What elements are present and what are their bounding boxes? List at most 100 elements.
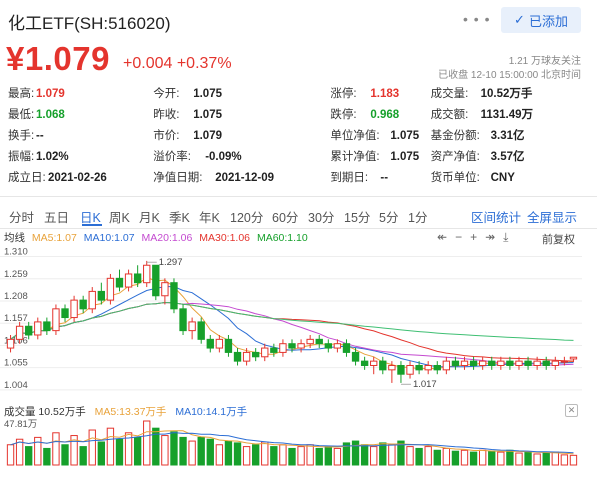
candle-body (288, 343, 296, 349)
candle-body (25, 325, 33, 336)
chart-toolbar: ↞ − + ↠ ⤓ (437, 230, 516, 245)
volume-bar (242, 446, 251, 466)
followers-count: 1.21 万球友关注 (508, 56, 581, 67)
y-tick-label: 1.004 (4, 380, 28, 391)
candle-body (497, 360, 505, 366)
stats-row-2: 最低: 1.068 昨收: 1.075 跌停: 0.968 成交额: 1131.49万 (8, 106, 533, 124)
tab-60min[interactable]: 60分 (272, 207, 298, 226)
interval-stats-link[interactable]: 区间统计 (471, 207, 521, 226)
tab-weekly-k[interactable]: 周K (109, 207, 130, 226)
candle-body (52, 308, 60, 332)
volume-bar (360, 444, 369, 466)
candle-body (297, 343, 305, 349)
ma-legend: 均线 MA5:1.07 MA10:1.07 MA20:1.06 MA30:1.0… (4, 230, 312, 245)
candle-body (70, 299, 78, 319)
stat-label: 货币单位: (430, 172, 480, 184)
candle-body (433, 364, 441, 371)
candle-body (551, 360, 559, 366)
stat-value: 1.075 (390, 151, 420, 163)
candle-body (569, 356, 578, 360)
volume-bar (551, 451, 559, 466)
volume-bar (542, 452, 550, 466)
added-label: 已添加 (528, 13, 568, 29)
candle-body (515, 360, 523, 366)
candle-body (415, 364, 423, 371)
stat-label: 累计净值: (330, 151, 380, 163)
fund-title: 化工ETF(SH:516020) (8, 14, 171, 33)
tab-5min[interactable]: 5分 (379, 207, 398, 226)
candle-body (306, 338, 314, 345)
volume-bar (197, 436, 205, 466)
volume-bar (388, 444, 396, 466)
volume-chart: 47.81万 (4, 419, 578, 466)
volume-bar (106, 427, 115, 466)
volume-bar (497, 451, 505, 466)
volume-bar (351, 440, 360, 466)
download-icon[interactable]: ⤓ (503, 230, 508, 244)
volume-bar (61, 444, 69, 466)
candlestick-chart[interactable]: 1.3101.2591.2081.1571.1061.0551.0041.297… (0, 244, 597, 402)
candle-body (279, 343, 287, 353)
stat-label: 市价: (153, 130, 180, 142)
volume-bar (515, 452, 523, 466)
tab-15min[interactable]: 15分 (344, 207, 370, 226)
tab-monthly-k[interactable]: 月K (139, 207, 160, 226)
tab-intraday[interactable]: 分时 (9, 207, 34, 226)
candle-body (197, 321, 205, 340)
candle-body (152, 264, 160, 297)
volume-bar (261, 441, 269, 466)
volume-bar (215, 444, 224, 466)
zoom-out-icon[interactable]: − (455, 230, 462, 244)
candle-body (315, 338, 323, 345)
volume-bar (315, 447, 323, 466)
stat-value: 2021-12-09 (215, 172, 275, 184)
candle-body (124, 273, 133, 288)
candle-body (188, 321, 196, 332)
added-watchlist-button[interactable]: ✓ 已添加 (501, 7, 581, 33)
tab-1min[interactable]: 1分 (408, 207, 427, 226)
volume-bar (206, 438, 214, 466)
volume-bar (88, 429, 96, 466)
y-tick-label: 1.055 (4, 358, 28, 369)
candle-body (206, 338, 214, 349)
candle-body (261, 347, 269, 358)
tab-yearly-k[interactable]: 年K (199, 207, 220, 226)
candle-body (233, 351, 242, 362)
stats-row-5: 成立日: 2021-02-26 净值日期: 2021-12-09 到期日: -- 货币… (8, 169, 515, 187)
stat-value: 1131.49万 (480, 109, 534, 121)
tab-five-day[interactable]: 五日 (44, 207, 69, 226)
volume-bar (224, 440, 233, 466)
tab-30min[interactable]: 30分 (308, 207, 334, 226)
candle-body (34, 321, 42, 336)
y-tick-label: 1.157 (4, 313, 28, 324)
stat-label: 成立日: (8, 172, 46, 184)
scroll-left-icon[interactable]: ↞ (437, 230, 447, 244)
fullscreen-link[interactable]: 全屏显示 (527, 207, 577, 226)
volume-bar (379, 442, 387, 466)
candle-body (351, 351, 360, 362)
stat-label: 振幅: (8, 151, 35, 163)
tab-120min[interactable]: 120分 (230, 207, 263, 226)
volume-bar (6, 444, 15, 466)
stat-value: -- (36, 130, 44, 142)
candle-body (215, 338, 224, 349)
tab-quarterly-k[interactable]: 季K (169, 207, 190, 226)
volume-bar (52, 432, 60, 466)
zoom-in-icon[interactable]: + (470, 230, 477, 244)
stat-value: 1.079 (36, 88, 65, 100)
candle-body (478, 360, 487, 366)
volume-bar (488, 450, 496, 466)
volume-bar (469, 451, 478, 466)
volume-bar (560, 454, 569, 466)
candle-body (460, 360, 469, 366)
volume-bar (161, 435, 169, 466)
volume-bar (324, 446, 332, 466)
candle-body (133, 273, 142, 284)
candle-body (424, 364, 432, 371)
scroll-right-icon[interactable]: ↠ (485, 230, 495, 244)
stat-value: 1.068 (36, 109, 65, 121)
stat-label: 成交额: (430, 109, 469, 121)
volume-bar (170, 431, 178, 466)
more-icon[interactable]: • • • (463, 11, 490, 27)
volume-bar (406, 446, 414, 466)
